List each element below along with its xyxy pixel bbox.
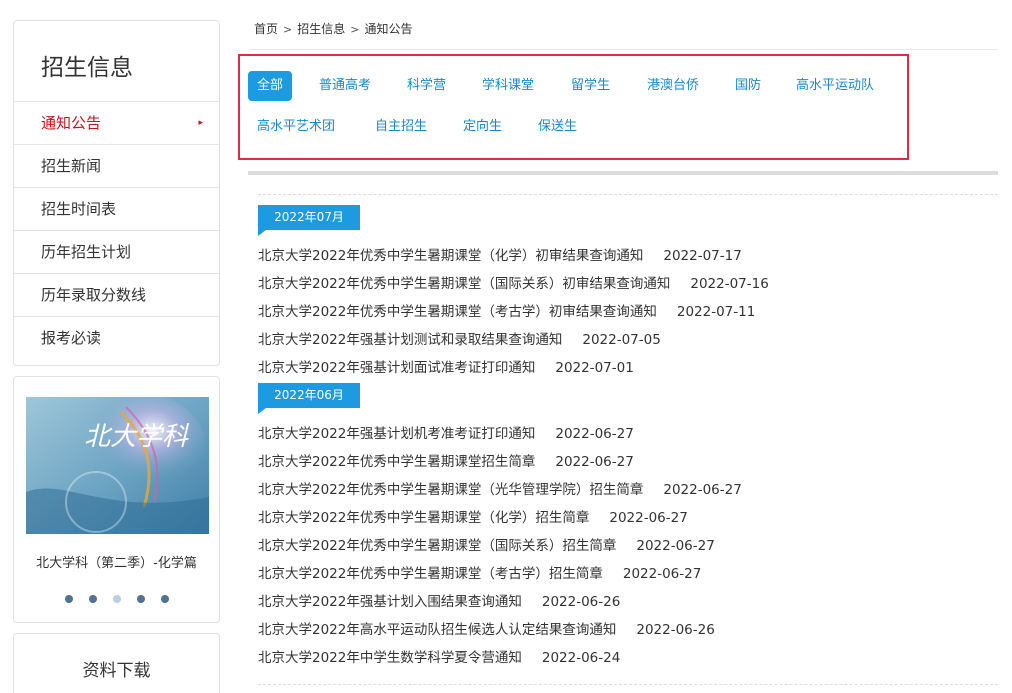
notice-date: 2022-06-27 — [555, 454, 634, 470]
filter-tag-hk-macao-taiwan[interactable]: 港澳台侨 — [638, 71, 708, 101]
sidebar-item-guide[interactable]: 报考必读 — [14, 317, 219, 360]
list-item[interactable]: 北京大学2022年优秀中学生暑期课堂（化学）初审结果查询通知 2022-07-17 — [258, 244, 742, 264]
caret-right-icon: ▸ — [198, 118, 203, 128]
filter-tag-art-troupe[interactable]: 高水平艺术团 — [248, 112, 344, 142]
list-item[interactable]: 北京大学2022年强基计划测试和录取结果查询通知 2022-07-05 — [258, 328, 661, 348]
notice-date: 2022-06-27 — [636, 538, 715, 554]
divider — [248, 171, 998, 175]
notice-title: 北京大学2022年强基计划机考准考证打印通知 — [258, 426, 536, 442]
list-item[interactable]: 北京大学2022年优秀中学生暑期课堂（考古学）招生简章 2022-06-27 — [258, 562, 701, 582]
notice-date: 2022-06-27 — [555, 426, 634, 442]
notice-title: 北京大学2022年中学生数学科学夏令营通知 — [258, 650, 522, 666]
sidebar-item-label: 报考必读 — [41, 329, 102, 347]
sidebar-item-scores[interactable]: 历年录取分数线 — [14, 274, 219, 317]
notice-date: 2022-06-26 — [541, 594, 621, 610]
list-item[interactable]: 北京大学2022年优秀中学生暑期课堂（光华管理学院）招生简章 2022-06-27 — [258, 478, 742, 498]
notice-date: 2022-07-16 — [690, 276, 769, 292]
filter-tag-science-camp[interactable]: 科学营 — [398, 71, 455, 101]
filter-tag-defense[interactable]: 国防 — [726, 71, 770, 101]
category-filter: 全部 普通高考 科学营 学科课堂 留学生 港澳台侨 国防 高水平运动队 高水平艺… — [238, 54, 909, 160]
breadcrumb-home[interactable]: 首页 — [254, 22, 278, 36]
promo-image-text: 北大学科 — [84, 422, 190, 452]
notice-date: 2022-06-27 — [663, 482, 742, 498]
sidebar-item-label: 历年招生计划 — [41, 243, 132, 261]
download-panel: 资料下载 — [13, 633, 220, 693]
breadcrumb: 首页 > 招生信息 > 通知公告 — [254, 20, 412, 37]
carousel-dot[interactable] — [64, 595, 73, 603]
breadcrumb-admissions[interactable]: 招生信息 — [297, 22, 345, 36]
notice-title: 北京大学2022年优秀中学生暑期课堂（化学）初审结果查询通知 — [258, 248, 644, 264]
sidebar-item-notices[interactable]: 通知公告 ▸ — [14, 102, 219, 145]
filter-tag-sports-team[interactable]: 高水平运动队 — [787, 71, 883, 101]
carousel-dot[interactable] — [136, 595, 145, 603]
list-item[interactable]: 北京大学2022年优秀中学生暑期课堂招生简章 2022-06-27 — [258, 450, 634, 470]
breadcrumb-current[interactable]: 通知公告 — [364, 22, 412, 36]
notice-title: 北京大学2022年优秀中学生暑期课堂（考古学）初审结果查询通知 — [258, 304, 657, 320]
divider — [258, 194, 998, 195]
list-item[interactable]: 北京大学2022年强基计划机考准考证打印通知 2022-06-27 — [258, 422, 634, 442]
sidebar-item-schedule[interactable]: 招生时间表 — [14, 188, 219, 231]
promo-artwork: 北大学科 — [26, 397, 209, 534]
breadcrumb-separator: > — [350, 23, 360, 36]
notice-date: 2022-06-26 — [636, 622, 715, 638]
notice-date: 2022-07-01 — [555, 360, 634, 376]
notice-date: 2022-06-27 — [622, 566, 702, 582]
filter-tag-gaokao[interactable]: 普通高考 — [310, 71, 380, 101]
divider — [258, 684, 998, 685]
filter-tag-international[interactable]: 留学生 — [562, 71, 619, 101]
sidebar-item-label: 招生时间表 — [41, 200, 117, 218]
promo-caption[interactable]: 北大学科（第二季）-化学篇 — [14, 552, 219, 571]
sidebar-item-plans[interactable]: 历年招生计划 — [14, 231, 219, 274]
month-badge: 2022年07月 — [258, 205, 360, 236]
divider — [250, 49, 998, 50]
list-item[interactable]: 北京大学2022年强基计划面试准考证打印通知 2022-07-01 — [258, 356, 634, 376]
sidebar-item-label: 招生新闻 — [41, 157, 102, 175]
list-item[interactable]: 北京大学2022年高水平运动队招生候选人认定结果查询通知 2022-06-26 — [258, 618, 715, 638]
carousel-dot-active[interactable] — [112, 595, 121, 603]
filter-tag-subject-class[interactable]: 学科课堂 — [473, 71, 543, 101]
filter-tag-directed[interactable]: 定向生 — [454, 112, 511, 142]
download-title[interactable]: 资料下载 — [14, 656, 219, 681]
filter-tag-independent[interactable]: 自主招生 — [366, 112, 436, 142]
notice-date: 2022-07-05 — [582, 332, 661, 348]
notice-title: 北京大学2022年优秀中学生暑期课堂招生简章 — [258, 454, 536, 470]
notice-title: 北京大学2022年优秀中学生暑期课堂（化学）招生简章 — [258, 510, 590, 526]
promo-image[interactable]: 北大学科 — [26, 397, 209, 534]
list-item[interactable]: 北京大学2022年优秀中学生暑期课堂（化学）招生简章 2022-06-27 — [258, 506, 688, 526]
carousel-dot[interactable] — [88, 595, 97, 603]
carousel-dots — [14, 595, 219, 603]
notice-date: 2022-06-24 — [541, 650, 621, 666]
sidebar-item-label: 历年录取分数线 — [41, 286, 147, 304]
carousel-dot[interactable] — [160, 595, 169, 603]
notice-date: 2022-07-11 — [676, 304, 756, 320]
list-item[interactable]: 北京大学2022年优秀中学生暑期课堂（考古学）初审结果查询通知 2022-07-1… — [258, 300, 755, 320]
notice-date: 2022-06-27 — [609, 510, 688, 526]
notice-title: 北京大学2022年强基计划测试和录取结果查询通知 — [258, 332, 563, 348]
list-item[interactable]: 北京大学2022年优秀中学生暑期课堂（国际关系）初审结果查询通知 2022-07-… — [258, 272, 769, 292]
list-item[interactable]: 北京大学2022年优秀中学生暑期课堂（国际关系）招生简章 2022-06-27 — [258, 534, 715, 554]
notice-title: 北京大学2022年高水平运动队招生候选人认定结果查询通知 — [258, 622, 617, 638]
notice-title: 北京大学2022年强基计划入围结果查询通知 — [258, 594, 522, 610]
notice-title: 北京大学2022年强基计划面试准考证打印通知 — [258, 360, 536, 376]
filter-tag-recommended[interactable]: 保送生 — [529, 112, 586, 142]
promo-carousel: 北大学科 北大学科（第二季）-化学篇 — [13, 376, 220, 623]
month-badge: 2022年06月 — [258, 383, 360, 414]
sidebar-item-label: 通知公告 — [41, 114, 102, 132]
notice-title: 北京大学2022年优秀中学生暑期课堂（国际关系）招生简章 — [258, 538, 617, 554]
list-item[interactable]: 北京大学2022年强基计划入围结果查询通知 2022-06-26 — [258, 590, 620, 610]
notice-title: 北京大学2022年优秀中学生暑期课堂（考古学）招生简章 — [258, 566, 603, 582]
notice-date: 2022-07-17 — [663, 248, 742, 264]
notice-title: 北京大学2022年优秀中学生暑期课堂（光华管理学院）招生简章 — [258, 482, 644, 498]
sidebar-menu: 招生信息 通知公告 ▸ 招生新闻 招生时间表 历年招生计划 历年录取分数线 报考… — [13, 20, 220, 366]
sidebar-item-news[interactable]: 招生新闻 — [14, 145, 219, 188]
sidebar-title: 招生信息 — [14, 21, 219, 102]
filter-tag-all[interactable]: 全部 — [248, 71, 293, 101]
breadcrumb-separator: > — [283, 23, 293, 36]
list-item[interactable]: 北京大学2022年中学生数学科学夏令营通知 2022-06-24 — [258, 646, 620, 666]
notice-title: 北京大学2022年优秀中学生暑期课堂（国际关系）初审结果查询通知 — [258, 276, 671, 292]
